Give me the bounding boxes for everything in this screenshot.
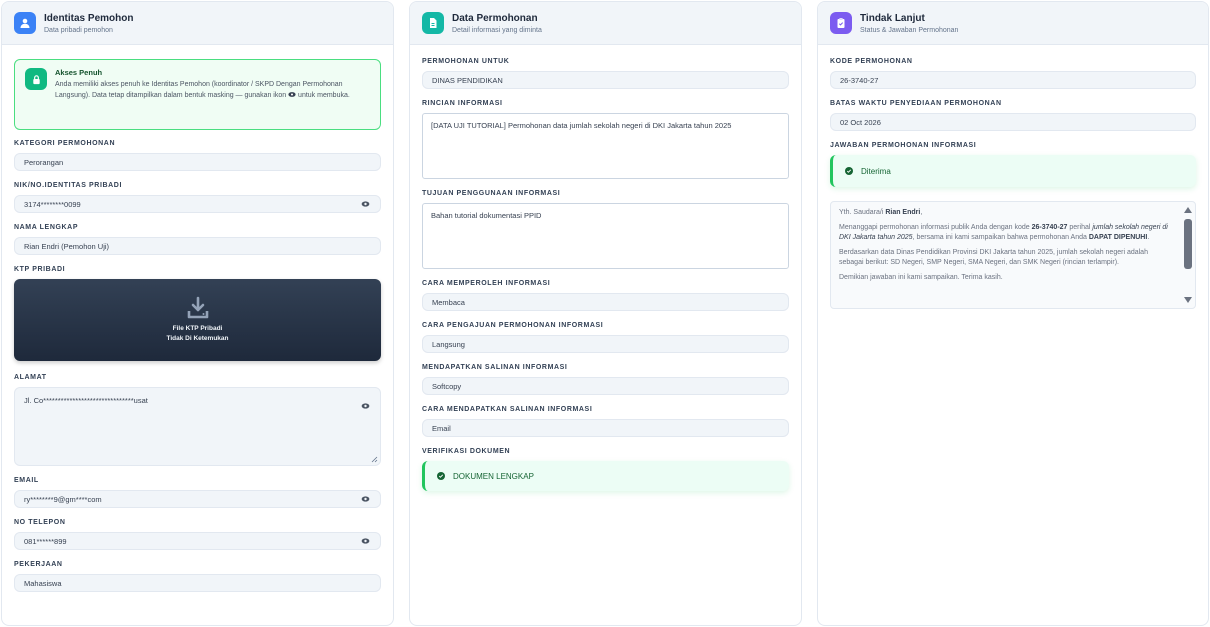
ktp-message-line2: Tidak Di Ketemukan [166, 335, 229, 342]
reply-paragraph: Yth. Saudara/i Rian Endri, [839, 208, 1173, 218]
cara-salinan-field: Email [422, 419, 789, 437]
batas-field: 02 Oct 2026 [830, 113, 1196, 131]
ktp-placeholder: File KTP Pribadi Tidak Di Ketemukan [14, 279, 381, 361]
verifikasi-value: DOKUMEN LENGKAP [453, 471, 534, 481]
card-title: Data Permohonan [452, 12, 538, 24]
reply-paragraph: Demikian jawaban ini kami sampaikan. Ter… [839, 274, 1003, 281]
cara-memperoleh-label: CARA MEMPEROLEH INFORMASI [422, 280, 551, 287]
verifikasi-label: VERIFIKASI DOKUMEN [422, 448, 511, 455]
card-subtitle: Detail informasi yang diminta [452, 26, 542, 34]
reply-scrollbar[interactable] [1183, 205, 1192, 305]
card-header: Tindak Lanjut Status & Jawaban Permohona… [818, 2, 1208, 45]
kode-field: 26-3740-27 [830, 71, 1196, 89]
cara-pengajuan-field: Langsung [422, 335, 789, 353]
untuk-label: PERMOHONAN UNTUK [422, 58, 510, 65]
clipboard-check-icon [830, 12, 852, 34]
eye-icon[interactable] [361, 201, 370, 207]
jawaban-label: JAWABAN PERMOHONAN INFORMASI [830, 142, 977, 149]
cara-salinan-label: CARA MENDAPATKAN SALINAN INFORMASI [422, 406, 593, 413]
reply-text: perihal [1067, 224, 1093, 231]
reply-text: Yth. Saudara/i [839, 209, 886, 216]
data-permohonan-card: Data Permohonan Detail informasi yang di… [409, 1, 802, 626]
access-notice: Akses Penuh Anda memiliki akses penuh ke… [14, 59, 381, 130]
alamat-field: Jl. Co*******************************usa… [14, 387, 381, 466]
reply-text: . [1147, 234, 1150, 241]
card-subtitle: Status & Jawaban Permohonan [860, 26, 959, 34]
notice-text: Anda memiliki akses penuh ke Identitas P… [55, 80, 370, 101]
resize-handle-icon[interactable] [371, 456, 378, 463]
nik-label: NIK/NO.IDENTITAS PRIBADI [14, 182, 122, 189]
lock-icon [25, 68, 47, 90]
card-header: Data Permohonan Detail informasi yang di… [410, 2, 801, 45]
eye-icon[interactable] [361, 403, 370, 409]
telepon-field: 081******899 [14, 532, 381, 550]
rincian-textarea[interactable]: [DATA UJI TUTORIAL] Permohonan data juml… [422, 113, 789, 179]
check-circle-icon [845, 167, 853, 175]
identitas-pemohon-card: Identitas Pemohon Data pribadi pemohon A… [1, 1, 394, 626]
user-icon [14, 12, 36, 34]
cara-memperoleh-field: Membaca [422, 293, 789, 311]
salinan-field: Softcopy [422, 377, 789, 395]
tindak-lanjut-card: Tindak Lanjut Status & Jawaban Permohona… [817, 1, 1209, 626]
email-field: ry********9@gm****com [14, 490, 381, 508]
eye-icon[interactable] [361, 496, 370, 502]
telepon-value: 081******899 [24, 536, 67, 546]
nik-field: 3174********0099 [14, 195, 381, 213]
pekerjaan-field: Mahasiswa [14, 574, 381, 592]
verifikasi-status: DOKUMEN LENGKAP [422, 461, 789, 491]
telepon-label: NO TELEPON [14, 519, 66, 526]
nama-field: Rian Endri (Pemohon Uji) [14, 237, 381, 255]
notice-text-part: untuk membuka. [298, 91, 350, 99]
card-title: Identitas Pemohon [44, 12, 134, 24]
cara-pengajuan-label: CARA PENGAJUAN PERMOHONAN INFORMASI [422, 322, 604, 329]
scroll-up-icon[interactable] [1184, 207, 1192, 213]
nama-label: NAMA LENGKAP [14, 224, 79, 231]
card-subtitle: Data pribadi pemohon [44, 26, 113, 34]
reply-text: , bersama ini kami sampaikan bahwa permo… [912, 234, 1089, 241]
untuk-field: DINAS PENDIDIKAN [422, 71, 789, 89]
ktp-label: KTP PRIBADI [14, 266, 66, 273]
jawaban-status-value: Diterima [861, 166, 891, 176]
reply-decision: DAPAT DIPENUHI [1088, 234, 1148, 241]
alamat-value: Jl. Co*******************************usa… [24, 396, 148, 405]
jawaban-status: Diterima [830, 155, 1196, 187]
reply-paragraph: Menanggapi permohonan informasi publik A… [839, 223, 1173, 243]
tujuan-label: TUJUAN PENGGUNAAN INFORMASI [422, 190, 561, 197]
reply-text: Menanggapi permohonan informasi publik A… [839, 224, 1032, 231]
check-circle-icon [437, 472, 445, 480]
eye-icon[interactable] [361, 538, 370, 544]
reply-paragraph: Berdasarkan data Dinas Pendidikan Provin… [839, 249, 1148, 266]
kode-label: KODE PERMOHONAN [830, 58, 913, 65]
notice-title: Akses Penuh [55, 68, 103, 77]
document-icon [422, 12, 444, 34]
email-value: ry********9@gm****com [24, 494, 102, 504]
reply-textbox[interactable]: Yth. Saudara/i Rian Endri, Menanggapi pe… [830, 201, 1196, 309]
eye-icon [288, 91, 296, 97]
card-title: Tindak Lanjut [860, 12, 925, 24]
reply-text: , [920, 209, 923, 216]
nik-value: 3174********0099 [24, 199, 81, 209]
tujuan-textarea[interactable]: Bahan tutorial dokumentasi PPID [422, 203, 789, 269]
card-header: Identitas Pemohon Data pribadi pemohon [2, 2, 393, 45]
batas-label: BATAS WAKTU PENYEDIAAN PERMOHONAN [830, 100, 1002, 107]
reply-code: 26-3740-27 [1031, 224, 1068, 231]
scroll-down-icon[interactable] [1184, 297, 1192, 303]
kategori-label: KATEGORI PERMOHONAN [14, 140, 116, 147]
download-icon [187, 296, 208, 318]
kategori-field: Perorangan [14, 153, 381, 171]
reply-name: Rian Endri [885, 209, 921, 216]
scroll-thumb[interactable] [1184, 219, 1192, 269]
pekerjaan-label: PEKERJAAN [14, 561, 63, 568]
email-label: EMAIL [14, 477, 39, 484]
ktp-message-line1: File KTP Pribadi [172, 324, 223, 332]
salinan-label: MENDAPATKAN SALINAN INFORMASI [422, 364, 568, 371]
rincian-label: RINCIAN INFORMASI [422, 100, 503, 107]
alamat-label: ALAMAT [14, 374, 47, 381]
